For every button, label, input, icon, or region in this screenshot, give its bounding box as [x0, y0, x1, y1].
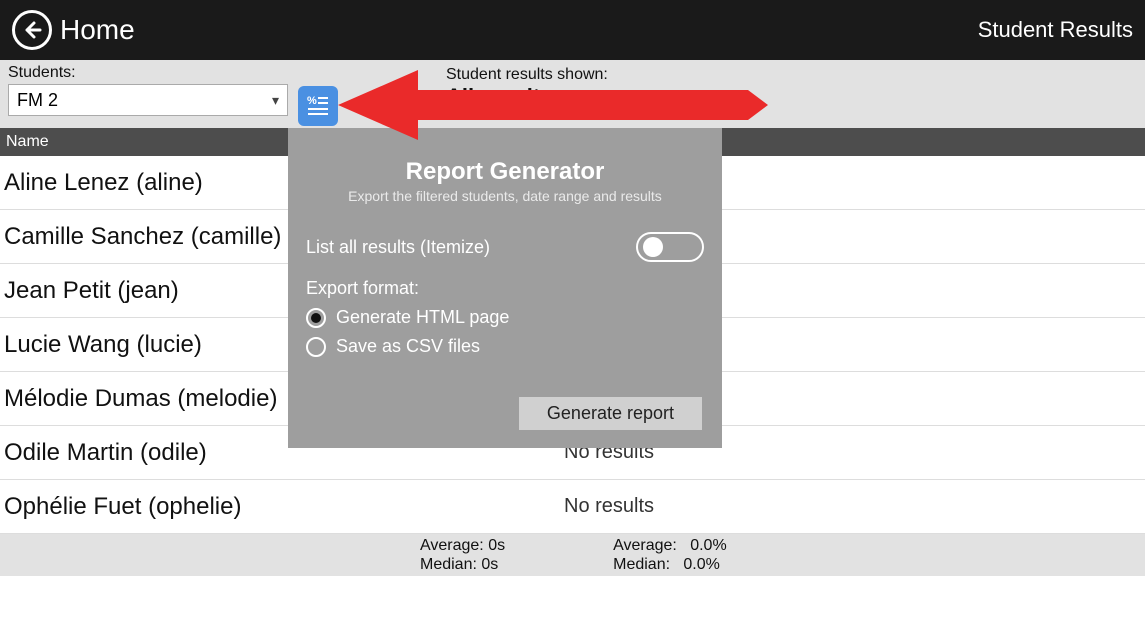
- time-avg-value: 0s: [488, 537, 505, 554]
- results-shown-label: Student results shown:: [446, 66, 608, 84]
- generate-report-button[interactable]: Generate report: [519, 397, 702, 430]
- time-med-value: 0s: [481, 556, 498, 573]
- home-title[interactable]: Home: [60, 14, 135, 46]
- student-name: Ophélie Fuet (ophelie): [4, 493, 564, 521]
- report-generator-popup: Report Generator Export the filtered stu…: [288, 128, 722, 448]
- itemize-label: List all results (Itemize): [306, 237, 490, 258]
- radio-icon: [306, 308, 326, 328]
- pct-med-label: Median:: [613, 556, 670, 573]
- back-arrow-icon: [22, 20, 42, 40]
- radio-csv[interactable]: Save as CSV files: [306, 336, 704, 357]
- radio-icon: [306, 337, 326, 357]
- radio-csv-label: Save as CSV files: [336, 336, 480, 357]
- radio-html[interactable]: Generate HTML page: [306, 307, 704, 328]
- report-generator-button[interactable]: %: [298, 86, 338, 126]
- back-button[interactable]: [12, 10, 52, 50]
- popup-title: Report Generator: [306, 158, 704, 186]
- students-select-value: FM 2: [17, 90, 58, 111]
- itemize-toggle[interactable]: [636, 232, 704, 262]
- pct-avg-value: 0.0%: [690, 537, 726, 554]
- app-header: Home Student Results: [0, 0, 1145, 60]
- time-avg-label: Average:: [420, 537, 484, 554]
- report-icon: %: [304, 92, 332, 120]
- student-result: No results: [564, 495, 1141, 518]
- pct-avg-label: Average:: [613, 537, 677, 554]
- students-label: Students:: [8, 64, 288, 82]
- popup-subtitle: Export the filtered students, date range…: [306, 188, 704, 204]
- column-name-header: Name: [6, 133, 49, 151]
- table-row[interactable]: Ophélie Fuet (ophelie) No results: [0, 480, 1145, 534]
- toggle-knob-icon: [643, 237, 663, 257]
- chevron-down-icon: ▾: [272, 92, 279, 109]
- results-shown-block: Student results shown: All results: [446, 66, 608, 110]
- time-med-label: Median:: [420, 556, 477, 573]
- svg-text:%: %: [307, 95, 317, 107]
- pct-med-value: 0.0%: [683, 556, 719, 573]
- results-shown-value: All results: [446, 84, 608, 110]
- toolbar: Students: FM 2 ▾ % Student results shown…: [0, 60, 1145, 128]
- page-title: Student Results: [978, 17, 1133, 43]
- students-select[interactable]: FM 2 ▾: [8, 84, 288, 116]
- summary-bar: Average: 0s Median: 0s Average: 0.0% Med…: [0, 534, 1145, 576]
- export-format-label: Export format:: [306, 278, 704, 299]
- radio-html-label: Generate HTML page: [336, 307, 509, 328]
